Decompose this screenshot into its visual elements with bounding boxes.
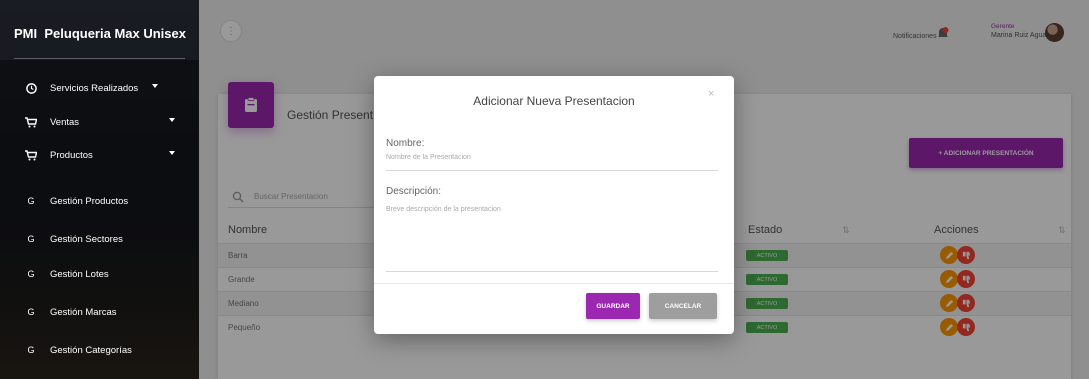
sidebar-item-gestion-lotes[interactable]: G Gestión Lotes <box>0 264 199 284</box>
brand-divider <box>14 58 185 59</box>
sidebar-item-label: Gestión Productos <box>50 195 129 207</box>
sidebar-item-label: Gestión Sectores <box>50 233 123 245</box>
brand-name: Peluqueria Max Unisex <box>44 26 186 41</box>
cancel-button[interactable]: CANCELAR <box>649 293 717 319</box>
brand[interactable]: PMI Peluqueria Max Unisex <box>14 26 186 41</box>
modal-title: Adicionar Nueva Presentacion <box>473 94 635 108</box>
modal-footer-divider <box>374 283 734 284</box>
sidebar-item-productos[interactable]: Productos <box>0 145 199 165</box>
caret-down-icon <box>169 151 175 155</box>
letter-g-icon: G <box>27 269 35 279</box>
sidebar-item-gestion-categorias[interactable]: G Gestión Categorías <box>0 340 199 360</box>
brand-abbr: PMI <box>14 26 38 41</box>
sidebar-item-label: Productos <box>50 149 93 161</box>
cart-icon <box>24 116 38 128</box>
sidebar-item-gestion-marcas[interactable]: G Gestión Marcas <box>0 302 199 322</box>
close-icon[interactable]: × <box>708 88 714 100</box>
sidebar-item-label: Gestión Lotes <box>50 268 109 280</box>
descripcion-label: Descripción: <box>386 186 442 197</box>
descripcion-underline <box>386 271 718 272</box>
caret-down-icon <box>169 118 175 122</box>
nombre-input-underline <box>386 170 718 171</box>
sidebar-item-gestion-productos[interactable]: G Gestión Productos <box>0 191 199 211</box>
save-button[interactable]: GUARDAR <box>586 293 640 319</box>
sidebar-item-label: Servicios Realizados <box>50 82 139 94</box>
sidebar-item-ventas[interactable]: Ventas <box>0 112 199 132</box>
caret-down-icon <box>152 84 158 88</box>
sidebar-item-label: Gestión Categorías <box>50 344 132 356</box>
sidebar-item-label: Ventas <box>50 116 80 128</box>
descripcion-textarea[interactable]: Breve descripción de la presentacion <box>386 206 501 213</box>
letter-g-icon: G <box>27 196 35 206</box>
clock-icon <box>24 82 38 94</box>
cart-icon <box>24 149 38 161</box>
sidebar-item-servicios[interactable]: Servicios Realizados <box>0 78 199 98</box>
letter-g-icon: G <box>27 307 35 317</box>
sidebar-item-gestion-sectores[interactable]: G Gestión Sectores <box>0 229 199 249</box>
letter-g-icon: G <box>27 345 35 355</box>
add-presentacion-modal: Adicionar Nueva Presentacion × Nombre: N… <box>374 76 734 334</box>
sidebar-item-label: Gestión Marcas <box>50 306 117 318</box>
nombre-label: Nombre: <box>386 138 425 149</box>
nombre-input[interactable]: Nombre de la Presentacion <box>386 154 471 161</box>
letter-g-icon: G <box>27 234 35 244</box>
